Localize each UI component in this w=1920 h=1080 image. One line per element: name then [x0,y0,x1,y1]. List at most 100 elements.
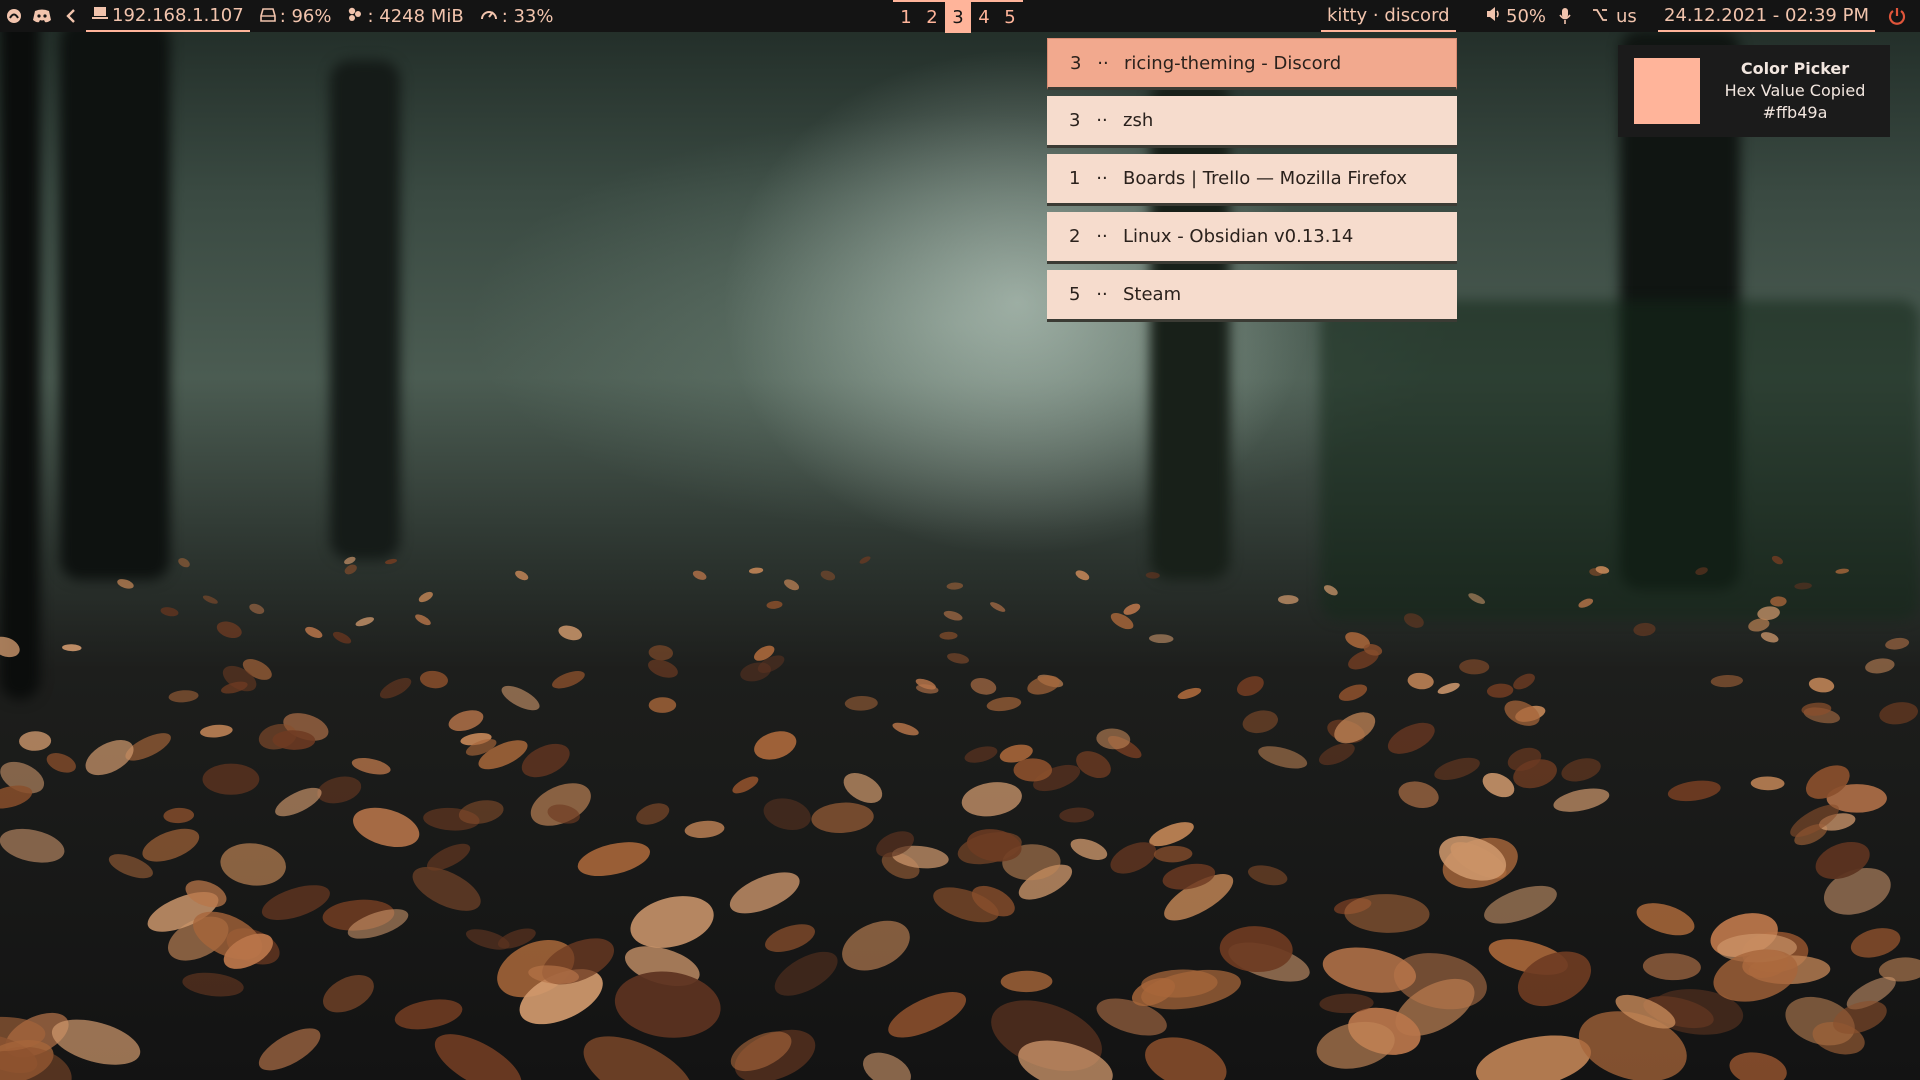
switcher-item-title: Linux - Obsidian v0.13.14 [1123,226,1354,247]
switcher-item[interactable]: 2 ·· Linux - Obsidian v0.13.14 [1047,212,1457,264]
discord-icon[interactable] [28,0,56,32]
leaf [844,695,878,711]
leaf [202,763,260,795]
leaf [1710,674,1744,688]
leaf [379,677,412,699]
disk-usage: : 96% [279,5,332,27]
leaf [754,731,797,760]
leaf [515,570,529,581]
leaf [636,803,670,825]
leaf [729,872,800,914]
notification-popup[interactable]: Color Picker Hex Value Copied #ffb49a [1618,45,1890,137]
leaf [732,776,759,794]
leaf [168,690,199,703]
leaf [19,731,52,751]
leaf [1879,702,1919,725]
leaf [434,1034,522,1080]
keyboard-layout: us [1616,5,1637,27]
leaf [258,1028,321,1071]
leaf [1437,682,1460,694]
leaf [1578,598,1594,608]
leaf [220,843,286,886]
volume-module[interactable]: 50% [1486,0,1546,32]
leaf [1642,953,1701,981]
workspace-5[interactable]: 5 [997,1,1023,33]
leaf [1850,928,1901,958]
leaf [1484,885,1557,924]
computer-icon [92,5,108,26]
leaf [986,697,1022,712]
leaf [1434,757,1480,781]
leaf [355,617,375,627]
leaf [1398,781,1439,809]
switcher-item-separator: ·· [1097,52,1109,74]
leaf [1794,582,1812,590]
top-bar: 192.168.1.107 : 96% : 4248 MiB : 33% 123… [0,0,1920,33]
switcher-item-workspace: 3 [1070,52,1082,74]
microphone-icon[interactable] [1558,0,1572,32]
window-title-text: kitty · discord [1327,4,1450,26]
leaf [1770,596,1787,607]
switcher-item-title: zsh [1123,110,1154,131]
desktop-wallpaper [0,0,1920,1080]
leaf [1070,838,1108,860]
leaf [46,753,76,773]
cpu-module[interactable]: : 33% [470,0,564,32]
leaf [842,920,910,971]
leaf [1145,572,1160,579]
leaf [160,607,179,617]
switcher-item-separator: ·· [1096,226,1108,247]
workspace-2[interactable]: 2 [919,1,945,33]
leaf [317,776,362,804]
power-icon[interactable] [1880,0,1914,32]
switcher-item-separator: ·· [1096,284,1108,305]
network-module[interactable]: 192.168.1.107 [86,0,250,32]
leaf [351,757,391,775]
leaf [1561,758,1601,782]
chevron-left-icon[interactable] [56,0,86,32]
arch-icon[interactable] [0,0,28,32]
clock-module[interactable]: 24.12.2021 - 02:39 PM [1658,0,1875,32]
leaf [1277,595,1299,605]
leaf [332,631,352,644]
disk-module[interactable]: : 96% [250,0,342,32]
leaf [1835,568,1850,574]
leaf [1177,687,1202,700]
volume-icon [1486,6,1502,27]
switcher-item-title: ricing-theming - Discord [1124,52,1342,74]
leaf [1513,673,1535,690]
workspace-1[interactable]: 1 [893,1,919,33]
leaf [961,782,1022,817]
leaf [85,740,134,776]
leaf [261,885,330,920]
workspace-4[interactable]: 4 [971,1,997,33]
leaf [1242,710,1279,734]
leaf [182,972,244,997]
leaf [1633,622,1656,637]
leaf [1387,722,1435,754]
leaf [344,556,356,565]
leaf [1459,659,1490,675]
leaf [202,595,218,604]
leaf [1486,683,1514,698]
datetime: 24.12.2021 - 02:39 PM [1664,4,1869,26]
switcher-item[interactable]: 3 ·· ricing-theming - Discord [1047,38,1457,90]
leaf [1013,758,1053,782]
notification-title: Color Picker [1740,59,1850,78]
keyboard-layout-module[interactable]: us [1592,0,1637,32]
switcher-item-workspace: 5 [1069,284,1081,305]
leaf [1123,603,1141,615]
leaf [344,564,357,575]
memory-usage: : 4248 MiB [367,5,464,27]
leaf [1808,677,1835,693]
memory-module[interactable]: : 4248 MiB [341,0,469,32]
switcher-item[interactable]: 5 ·· Steam [1047,270,1457,322]
workspace-3[interactable]: 3 [945,1,971,33]
leaf [448,710,484,732]
leaf [323,975,374,1013]
switcher-item[interactable]: 1 ·· Boards | Trello — Mozilla Firefox [1047,154,1457,206]
ip-address: 192.168.1.107 [112,4,244,26]
switcher-item-title: Steam [1123,284,1182,305]
leaf [1153,845,1193,863]
switcher-item[interactable]: 3 ·· zsh [1047,96,1457,148]
